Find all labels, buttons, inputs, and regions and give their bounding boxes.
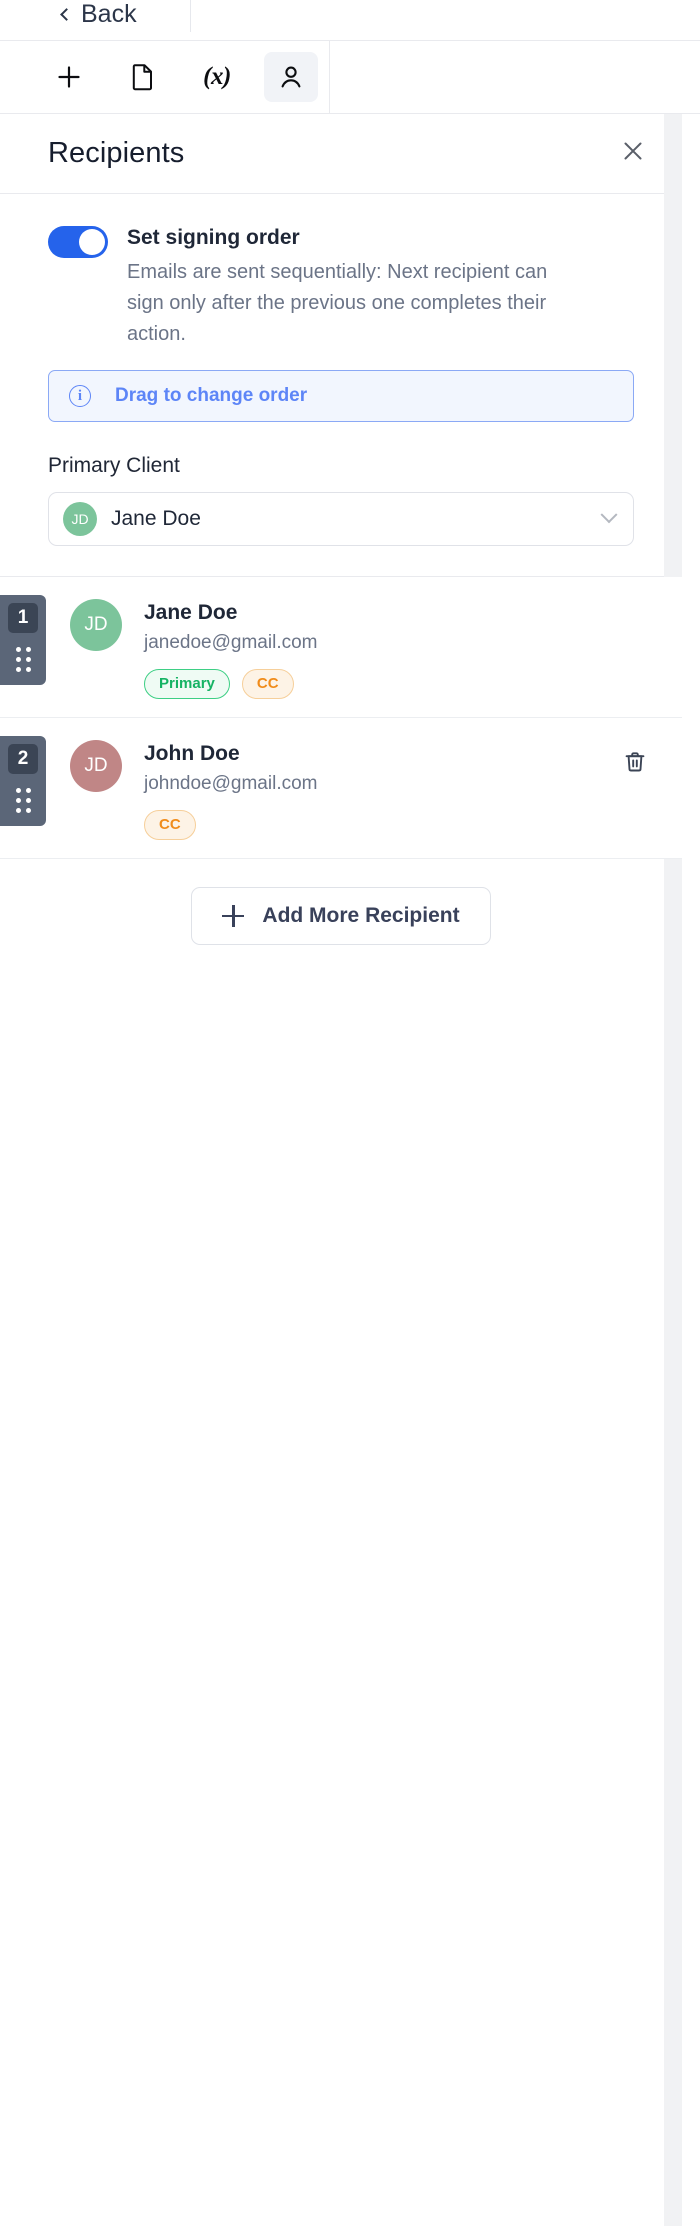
toolbar-tools: (x) (0, 52, 318, 102)
avatar: JD (70, 598, 122, 651)
panel-header: Recipients (0, 114, 682, 194)
drag-handle[interactable]: 1 (0, 594, 46, 685)
recipient-details: John Doe johndoe@gmail.com CC (144, 736, 618, 840)
drag-dots-icon (15, 787, 31, 813)
recipient-email: johndoe@gmail.com (144, 772, 318, 794)
recipient-order-number: 1 (8, 602, 38, 633)
person-icon (278, 64, 304, 90)
set-signing-order-toggle[interactable] (48, 226, 108, 258)
back-button[interactable]: Back (60, 0, 137, 28)
chevron-down-icon (600, 505, 618, 523)
recipient-name: Jane Doe (144, 600, 238, 624)
drag-order-banner: i Drag to change order (48, 370, 634, 423)
add-more-recipient-button[interactable]: Add More Recipient (191, 886, 491, 945)
toolbar-divider (329, 41, 330, 115)
recipient-badges: Primary CC (144, 668, 652, 699)
signing-order-texts: Set signing order Emails are sent sequen… (127, 224, 587, 350)
tool-add-button[interactable] (42, 52, 96, 102)
primary-client-select[interactable]: JD Jane Doe (48, 491, 634, 546)
signing-order-label: Set signing order (127, 226, 300, 249)
add-more-recipient-label: Add More Recipient (262, 903, 460, 927)
avatar: JD (70, 739, 122, 792)
chevron-left-icon (60, 7, 73, 21)
recipient-order-number: 2 (8, 743, 38, 774)
panel-scrollbar[interactable] (664, 114, 682, 2226)
document-icon (131, 63, 155, 91)
primary-client-label: Primary Client (48, 454, 180, 478)
primary-client-selected: JD Jane Doe (63, 501, 201, 536)
app-root: Back (x) Recipients Set signing order Em… (0, 0, 700, 2226)
signing-order-section: Set signing order Emails are sent sequen… (0, 194, 682, 577)
avatar: JD (63, 501, 97, 536)
page-title: Recipients (48, 137, 185, 169)
primary-client-value: Jane Doe (111, 506, 201, 530)
table-row[interactable]: 1 JD Jane Doe janedoe@gmail.com Primary … (0, 576, 682, 718)
close-button[interactable] (616, 137, 650, 171)
drag-order-banner-text: Drag to change order (115, 385, 308, 407)
delete-recipient-button[interactable] (618, 748, 652, 782)
tool-document-button[interactable] (116, 52, 170, 102)
recipient-badges: CC (144, 809, 618, 840)
recipient-name: John Doe (144, 741, 240, 765)
recipient-details: Jane Doe janedoe@gmail.com Primary CC (144, 595, 652, 699)
tool-variable-button[interactable]: (x) (190, 52, 244, 102)
table-row[interactable]: 2 JD John Doe johndoe@gmail.com CC (0, 717, 682, 859)
editor-toolbar: (x) (0, 40, 700, 115)
status-badge[interactable]: Primary (144, 668, 230, 699)
add-recipient-section: Add More Recipient (0, 859, 682, 973)
variable-icon: (x) (203, 63, 231, 90)
plus-icon (222, 904, 245, 927)
toggle-knob (79, 229, 105, 255)
back-bar: Back (0, 0, 700, 40)
plus-icon (56, 64, 82, 90)
signing-order-description: Emails are sent sequentially: Next recip… (127, 261, 548, 346)
recipient-email: janedoe@gmail.com (144, 631, 318, 653)
trash-icon (623, 750, 647, 779)
info-icon: i (69, 385, 91, 408)
drag-handle[interactable]: 2 (0, 735, 46, 826)
drag-dots-icon (15, 646, 31, 672)
close-icon (621, 139, 645, 168)
recipients-panel: Recipients Set signing order Emails are … (0, 114, 682, 2226)
backbar-divider (190, 0, 191, 32)
signing-order-row: Set signing order Emails are sent sequen… (48, 224, 634, 350)
status-badge[interactable]: CC (241, 668, 294, 699)
back-button-label: Back (81, 0, 137, 28)
panel-empty-space (0, 972, 682, 1973)
status-badge[interactable]: CC (144, 809, 196, 840)
tool-recipients-button[interactable] (264, 52, 318, 102)
